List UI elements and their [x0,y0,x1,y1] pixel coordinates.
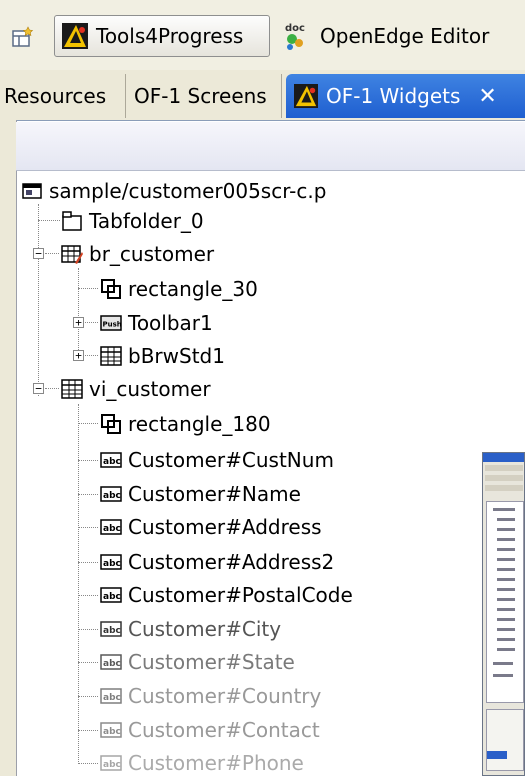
tree-item[interactable]: Push Toolbar1 [100,308,213,338]
tab-of1-screens[interactable]: OF-1 Screens [130,74,282,118]
tree-item-label: Customer#Phone [128,751,304,775]
tree-item[interactable]: rectangle_30 [100,274,258,304]
tree-root-node[interactable]: sample/customer005scr-c.p [21,176,326,206]
view-tab-row: Resources OF-1 Screens OF-1 Widgets ✕ [0,70,525,121]
push-button-icon: Push [100,315,122,331]
perspective-tools4progress-label: Tools4Progress [96,24,244,48]
fill-in-icon: abc [100,722,122,738]
widget-tree[interactable]: − + + − sample/customer005scr-c.p Tabfol… [17,172,525,776]
push-button-icon-text: Push [103,321,122,329]
tree-item[interactable]: rectangle_180 [100,409,271,439]
browse-icon [61,379,83,399]
fill-in-icon: abc [100,688,122,704]
expand-bbrwstd1-icon[interactable]: + [73,350,84,361]
openedge-doc-icon-text: doc [285,23,305,34]
rectangle-icon [101,279,121,299]
tree-item-label: rectangle_180 [128,412,271,436]
tree-item-label: Customer#City [128,617,282,641]
left-trim [0,120,17,776]
tree-item-label: Customer#Name [128,482,301,506]
tree-item-label: Toolbar1 [128,311,213,335]
thumbnail-preview [482,452,525,776]
fill-in-icon-text: abc [103,559,121,569]
tree-item[interactable]: abc Customer#Country [100,681,321,711]
tree-item[interactable]: abc Customer#CustNum [100,445,334,475]
tab-resources-label: Resources [4,84,107,108]
tree-root-label: sample/customer005scr-c.p [49,179,327,203]
perspective-bar: Tools4Progress doc OpenEdge Editor [0,0,525,80]
fill-in-icon: abc [100,554,122,570]
tree-item-label: Customer#Contact [128,718,320,742]
browse-frame-icon [61,245,83,264]
fill-in-icon: abc [100,519,122,535]
fill-in-icon-text: abc [103,457,121,467]
tree-item-label: Customer#Address2 [128,550,335,574]
tools4progress-icon [294,84,318,108]
fill-in-icon: abc [100,486,122,502]
tree-item[interactable]: abc Customer#Phone [100,748,304,778]
tree-item-label: Customer#PostalCode [128,583,353,607]
fill-in-icon-text: abc [103,693,121,703]
fill-in-icon-text: abc [103,491,121,501]
rectangle-icon [101,414,121,434]
tree-item-label: Tabfolder_0 [89,209,204,233]
tree-item-label: bBrwStd1 [128,344,225,368]
fill-in-icon-text: abc [103,727,121,737]
perspective-openedge-label: OpenEdge Editor [320,24,490,48]
expand-toolbar1-icon[interactable]: + [73,317,84,328]
fill-in-icon: abc [100,452,122,468]
tree-item[interactable]: vi_customer [61,374,211,404]
tree-item[interactable]: abc Customer#State [100,647,295,677]
fill-in-icon-text: abc [103,659,121,669]
collapse-br-customer-icon[interactable]: − [33,248,44,259]
browse-icon [100,346,122,366]
tree-item[interactable]: abc Customer#Address2 [100,547,334,577]
tree-item-label: br_customer [89,242,215,266]
fill-in-icon-text: abc [103,592,121,602]
tab-resources[interactable]: Resources [0,74,126,118]
tree-item-label: vi_customer [89,377,211,401]
tree-item[interactable]: abc Customer#City [100,614,281,644]
tree-item[interactable]: br_customer [61,239,214,269]
tree-item[interactable]: bBrwStd1 [100,341,225,371]
collapse-vi-customer-icon[interactable]: − [33,383,44,394]
openedge-doc-icon: doc [285,23,305,50]
tab-of1-screens-label: OF-1 Screens [134,84,267,108]
tree-item-label: Customer#Country [128,684,322,708]
tree-item-label: Customer#State [128,650,295,674]
tree-item[interactable]: abc Customer#Name [100,479,301,509]
tree-item-label: Customer#CustNum [128,448,334,472]
view-toolbar [16,122,525,171]
tree-item[interactable]: abc Customer#Address [100,512,322,542]
open-perspective-icon[interactable] [12,26,34,48]
fill-in-icon: abc [100,654,122,670]
fill-in-icon: abc [100,621,122,637]
tree-item-label: rectangle_30 [128,277,258,301]
fill-in-icon: abc [100,755,122,771]
tree-item-label: Customer#Address [128,515,322,539]
perspective-openedge-button[interactable]: doc OpenEdge Editor [278,15,489,57]
tabfolder-icon [62,211,82,231]
tree-item[interactable]: abc Customer#PostalCode [100,580,353,610]
tab-of1-widgets[interactable]: OF-1 Widgets ✕ [286,74,525,118]
tab-of1-widgets-label: OF-1 Widgets [326,84,461,108]
procedure-file-icon [22,183,42,199]
tools4progress-icon [62,23,88,49]
tree-item[interactable]: abc Customer#Contact [100,715,320,745]
close-icon[interactable]: ✕ [478,84,496,109]
fill-in-icon-text: abc [103,626,121,636]
fill-in-icon: abc [100,587,122,603]
perspective-tools4progress-button[interactable]: Tools4Progress [54,15,270,57]
tree-item[interactable]: Tabfolder_0 [61,206,204,236]
fill-in-icon-text: abc [103,760,121,770]
fill-in-icon-text: abc [103,524,121,534]
